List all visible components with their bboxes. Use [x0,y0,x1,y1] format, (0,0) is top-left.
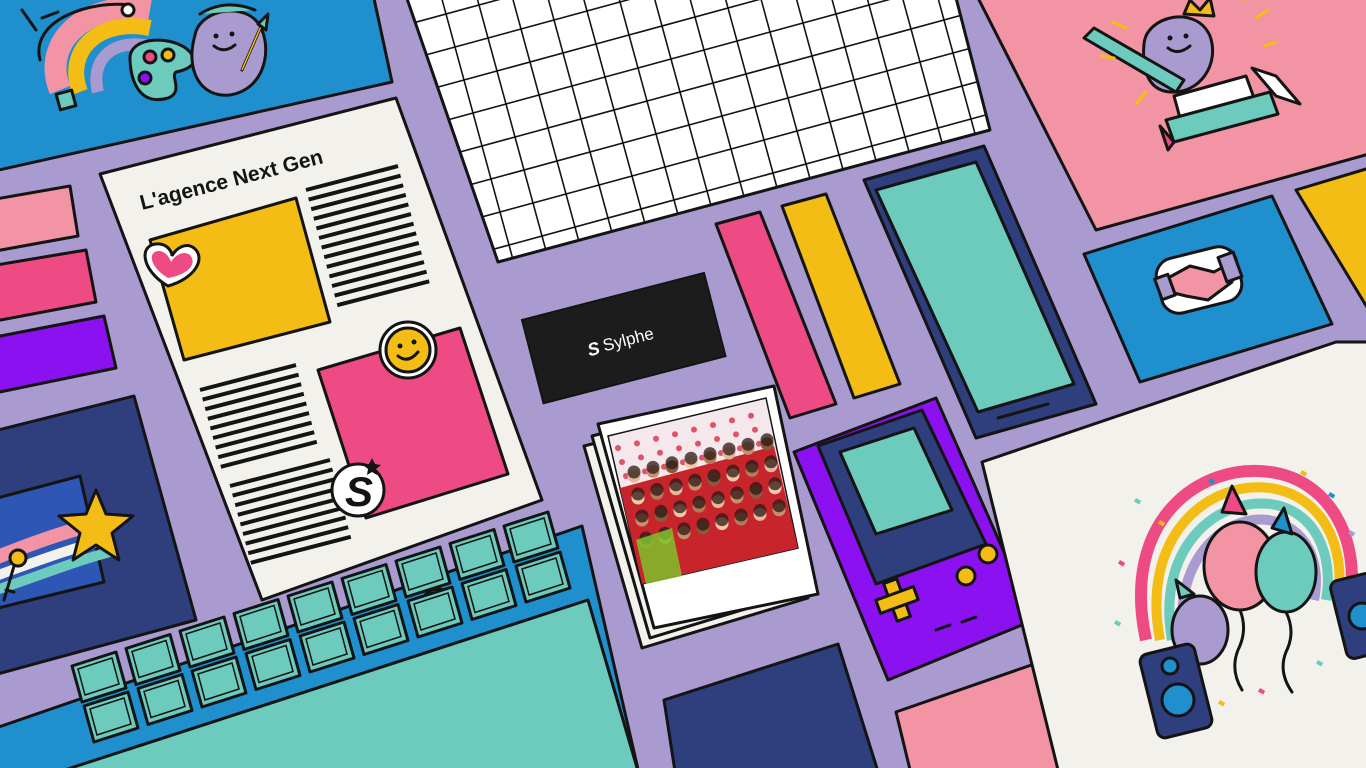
smiley-icon [378,320,438,380]
sticker-letter: S [345,468,373,515]
illustration-canvas: L'agence Next Gen S S Sylphe [0,0,1366,768]
console-b-button [977,543,999,565]
console-a-button [955,565,977,587]
illustration-scene: L'agence Next Gen S S Sylphe [0,0,1366,768]
